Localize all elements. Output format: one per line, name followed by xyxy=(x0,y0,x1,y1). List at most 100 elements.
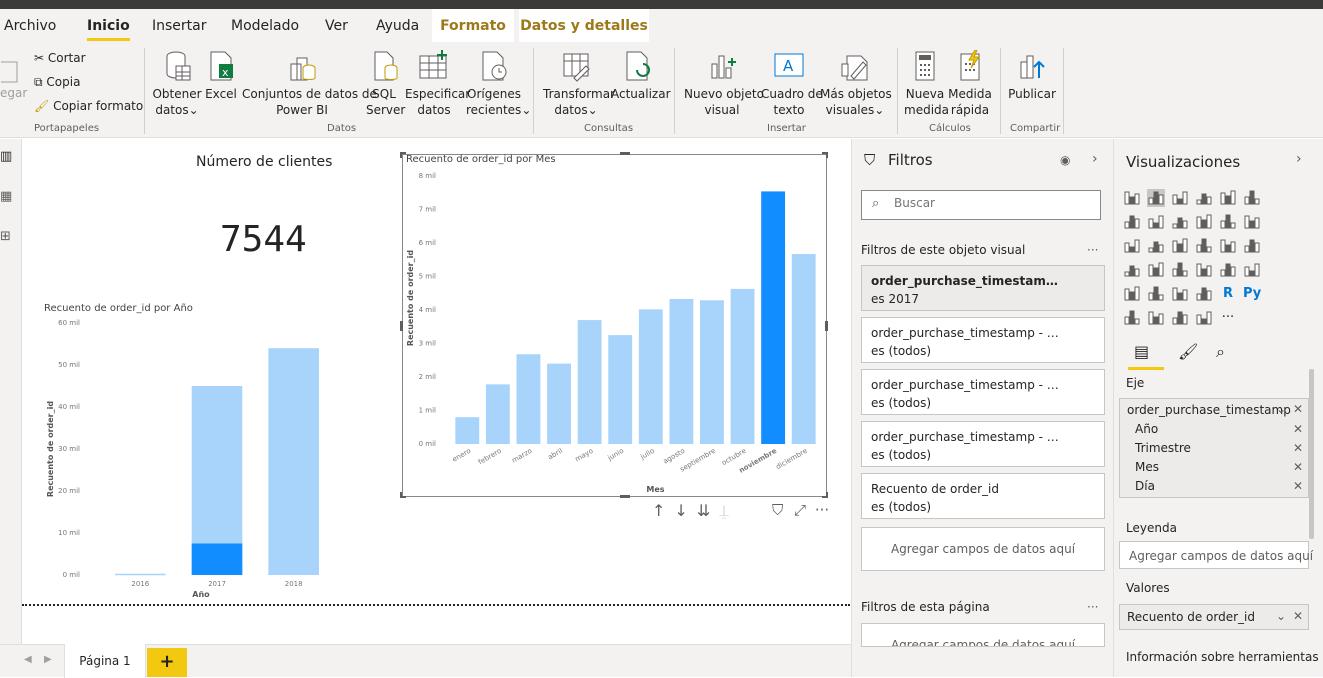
model-view-icon[interactable]: ⊞ xyxy=(0,229,11,244)
highlight-bar[interactable] xyxy=(191,543,243,576)
tab-formato[interactable]: Formato xyxy=(432,9,514,42)
filter-card[interactable]: Recuento de order_id es (todos) xyxy=(861,473,1105,519)
close-icon[interactable]: ✕ xyxy=(1293,441,1303,455)
close-icon[interactable]: ✕ xyxy=(1293,402,1303,416)
powerbi-datasets-button[interactable]: Conjuntos de datos de Power BI xyxy=(242,50,377,118)
format-painter-button[interactable]: 🖌 Copiar formato xyxy=(34,99,143,113)
sql-server-button[interactable]: SQL Server xyxy=(366,50,405,118)
visual-type-icon[interactable] xyxy=(1171,309,1189,327)
visual-type-icon[interactable] xyxy=(1123,309,1141,327)
collapse-pane-icon[interactable]: › xyxy=(1092,151,1098,167)
fields-tab-icon[interactable]: ▤ xyxy=(1134,342,1149,361)
tab-inicio[interactable]: Inicio xyxy=(87,18,130,41)
chevron-down-icon[interactable]: ⌄ xyxy=(1276,609,1286,623)
close-icon[interactable]: ✕ xyxy=(1293,479,1303,493)
visual-type-icon[interactable] xyxy=(1171,285,1189,303)
eye-icon[interactable]: ◉ xyxy=(1060,153,1070,167)
axis-hierarchy-item[interactable]: Día ✕ xyxy=(1120,476,1308,495)
visual-type-icon[interactable] xyxy=(1171,261,1189,279)
visual-type-icon[interactable] xyxy=(1123,261,1141,279)
axis-hierarchy-item[interactable]: Trimestre ✕ xyxy=(1120,438,1308,457)
quick-measure-button[interactable]: Medida rápida xyxy=(948,50,992,118)
visual-type-icon[interactable] xyxy=(1219,213,1237,231)
data-view-icon[interactable]: ▦ xyxy=(0,189,12,204)
visual-type-icon[interactable] xyxy=(1243,237,1261,255)
publish-button[interactable]: Publicar xyxy=(1008,50,1056,102)
resize-handle[interactable] xyxy=(400,492,406,498)
textbox-button[interactable]: A Cuadro de texto xyxy=(761,50,823,118)
new-visual-button[interactable]: Nuevo objeto visual xyxy=(684,50,764,118)
resize-handle[interactable] xyxy=(822,152,828,158)
pane-scrollbar[interactable] xyxy=(1309,369,1314,539)
r-visual-icon[interactable]: R xyxy=(1219,285,1237,303)
filter-card[interactable]: order_purchase_timestamp - Trim... es (t… xyxy=(861,421,1105,467)
filter-icon[interactable]: ⛉ xyxy=(772,501,783,519)
python-visual-icon[interactable]: Py xyxy=(1243,285,1261,303)
visual-type-icon[interactable] xyxy=(1219,237,1237,255)
visual-type-icon[interactable] xyxy=(1243,189,1261,207)
bar[interactable] xyxy=(268,348,319,575)
visual-type-icon[interactable] xyxy=(1243,213,1261,231)
visual-type-icon[interactable] xyxy=(1147,237,1165,255)
month-bar-chart[interactable]: Recuento de order_id por Mes 0 mil 1 mil 2 … xyxy=(402,153,827,498)
refresh-button[interactable]: Actualizar xyxy=(611,50,671,102)
bar[interactable] xyxy=(115,573,166,576)
bar[interactable] xyxy=(608,335,633,444)
resize-handle[interactable] xyxy=(620,152,630,155)
bar[interactable] xyxy=(455,417,480,444)
filter-card[interactable]: order_purchase_timestamp - Día es (todos… xyxy=(861,317,1105,363)
close-icon[interactable]: ✕ xyxy=(1293,609,1303,623)
visual-type-icon[interactable] xyxy=(1195,285,1213,303)
tab-datos-detalles[interactable]: Datos y detalles xyxy=(519,9,649,42)
more-visuals-icon[interactable]: ··· xyxy=(1219,309,1237,327)
new-measure-button[interactable]: Nueva medida xyxy=(904,50,949,118)
visual-type-icon[interactable] xyxy=(1219,189,1237,207)
tab-insertar[interactable]: Insertar xyxy=(152,18,207,34)
more-visuals-button[interactable]: Más objetos visuales⌄ xyxy=(820,50,892,118)
visual-type-icon[interactable] xyxy=(1171,237,1189,255)
visual-type-icon[interactable] xyxy=(1123,213,1141,231)
visual-type-icon[interactable] xyxy=(1123,285,1141,303)
resize-handle[interactable] xyxy=(825,321,828,331)
tab-archivo[interactable]: Archivo xyxy=(4,18,56,34)
expand-all-icon[interactable]: ⍊ xyxy=(719,501,738,520)
more-options-icon[interactable]: ··· xyxy=(1087,243,1098,257)
visual-type-icon[interactable] xyxy=(1147,285,1165,303)
visual-type-icon[interactable] xyxy=(1123,189,1141,207)
visual-type-icon[interactable] xyxy=(1195,213,1213,231)
resize-handle[interactable] xyxy=(400,152,406,158)
resize-handle[interactable] xyxy=(620,495,630,498)
recent-sources-button[interactable]: Orígenes recientes⌄ xyxy=(466,50,531,118)
resize-handle[interactable] xyxy=(400,321,403,331)
filter-card[interactable]: order_purchase_timestamp - A... es 2017 xyxy=(861,265,1105,311)
format-tab-icon[interactable]: 🖌 xyxy=(1178,342,1198,361)
visual-type-icon[interactable] xyxy=(1147,261,1165,279)
legend-well[interactable]: Agregar campos de datos aquí xyxy=(1119,541,1313,569)
cut-button[interactable]: ✂ Cortar xyxy=(34,51,86,65)
visual-type-icon[interactable] xyxy=(1171,189,1189,207)
visual-type-icon[interactable] xyxy=(1219,261,1237,279)
excel-button[interactable]: x Excel xyxy=(205,50,237,102)
visual-type-icon[interactable] xyxy=(1243,261,1261,279)
bar[interactable] xyxy=(791,254,816,444)
filters-search-box[interactable]: ⌕ xyxy=(861,190,1101,220)
analytics-tab-icon[interactable]: ⌕ xyxy=(1216,342,1225,362)
enter-data-button[interactable]: Especificar datos xyxy=(405,50,470,118)
drill-up-icon[interactable]: ↑ xyxy=(652,501,674,520)
report-view-icon[interactable]: ▥ xyxy=(0,149,12,164)
filters-search-input[interactable] xyxy=(894,196,1094,210)
collapse-pane-icon[interactable]: › xyxy=(1296,151,1302,167)
bar[interactable] xyxy=(638,309,663,444)
bar[interactable] xyxy=(669,298,694,444)
visual-type-icon[interactable] xyxy=(1147,213,1165,231)
visual-type-icon[interactable] xyxy=(1195,237,1213,255)
more-options-icon[interactable]: ··· xyxy=(815,501,829,519)
paste-button[interactable]: egar xyxy=(0,56,27,100)
transform-data-button[interactable]: Transformar datos⌄ xyxy=(543,50,615,118)
bar[interactable] xyxy=(547,363,571,444)
get-data-button[interactable]: Obtener datos⌄ xyxy=(152,50,202,118)
visual-type-icon[interactable] xyxy=(1195,189,1213,207)
visual-type-icon[interactable] xyxy=(1147,309,1165,327)
axis-hierarchy-item[interactable]: Año ✕ xyxy=(1120,419,1308,438)
bar[interactable] xyxy=(577,320,602,444)
